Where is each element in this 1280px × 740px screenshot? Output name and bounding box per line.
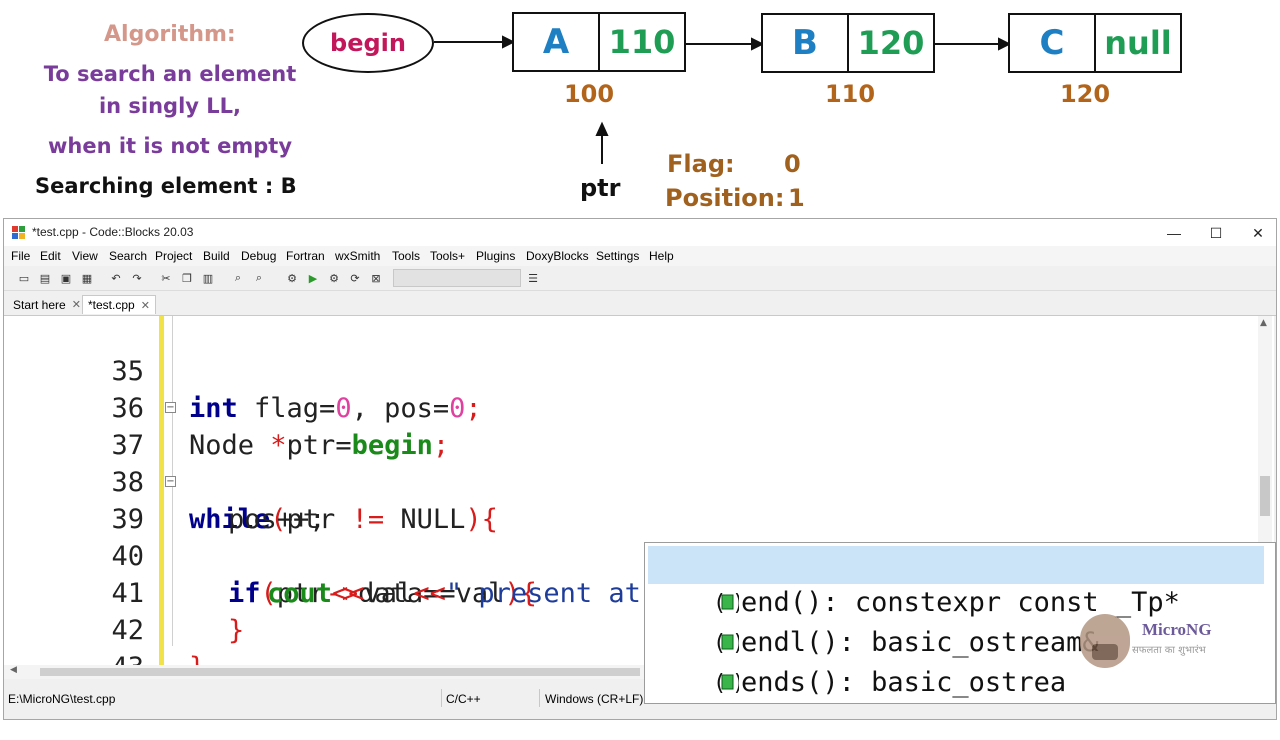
rebuild-icon[interactable]: ⟳ [347,270,363,286]
ptr-arrowhead [595,121,609,136]
menu-bar: File Edit View Search Project Build Debu… [4,246,1276,266]
status-language: C/C++ [446,692,481,706]
minimize-button[interactable]: — [1154,222,1194,244]
autocomplete-item[interactable]: ()end(): constexpr const _Tp* [648,546,1264,618]
autocomplete-item[interactable]: ()endl(): basic_ostream& [648,586,1264,658]
close-button[interactable]: ✕ [1238,222,1278,244]
codeblocks-app-icon [12,226,25,239]
menu-build[interactable]: Build [203,249,230,263]
code-line: 39 − if(ptr->data==val){ [4,464,1254,609]
tab-start-here[interactable]: Start here ✕ [8,295,86,314]
function-icon: () [713,671,739,695]
svg-text:): ) [732,671,739,695]
node-a-data: A [514,14,600,70]
menu-wxsmith[interactable]: wxSmith [335,249,380,263]
code-line: 35 int flag=0, pos=0; [4,316,1254,424]
editor-tabs: Start here ✕ *test.cpp ✕ [4,292,1276,316]
redo-icon[interactable]: ↷ [129,270,145,286]
menu-fortran[interactable]: Fortran [286,249,325,263]
title-bar: *test.cpp - Code::Blocks 20.03 — ☐ ✕ [4,219,1276,246]
undo-icon[interactable]: ↶ [108,270,124,286]
node-c-data: C [1010,15,1096,71]
scroll-up-icon[interactable]: ▲ [1260,318,1267,328]
tab-close-icon[interactable]: ✕ [72,298,81,311]
presenter-avatar [1080,614,1130,668]
show-select-target-icon[interactable]: ☰ [525,270,541,286]
position-value: 1 [788,184,805,212]
run-icon[interactable]: ▶ [305,270,321,286]
ptr-label: ptr [580,174,621,202]
menu-plugins[interactable]: Plugins [476,249,515,263]
menu-edit[interactable]: Edit [40,249,61,263]
node-a-next: 110 [608,23,676,61]
status-file-path: E:\MicroNG\test.cpp [8,692,116,706]
build-gear-icon[interactable]: ⚙ [284,270,300,286]
paste-icon[interactable]: ▥ [200,270,216,286]
node-c-address: 120 [1059,80,1111,108]
abort-icon[interactable]: ⊠ [368,270,384,286]
tab-close-icon[interactable]: ✕ [141,299,150,312]
node-b: B 120 [761,13,935,73]
menu-search[interactable]: Search [109,249,147,263]
menu-help[interactable]: Help [649,249,674,263]
node-a-address: 100 [563,80,615,108]
save-icon[interactable]: ▣ [58,270,74,286]
node-a: A 110 [512,12,686,72]
menu-doxyblocks[interactable]: DoxyBlocks [526,249,589,263]
code-line: 38 pos++; [4,427,1254,535]
menu-tools[interactable]: Tools [392,249,420,263]
cut-icon[interactable]: ✂ [158,270,174,286]
build-run-icon[interactable]: ⚙ [326,270,342,286]
replace-icon[interactable]: ⌕ [251,270,267,286]
fold-toggle-icon[interactable]: − [165,402,176,413]
find-icon[interactable]: ⌕ [230,270,246,286]
status-line-endings: Windows (CR+LF) [545,692,644,706]
watermark-tagline: सफलता का शुभारंभ [1132,645,1206,656]
vertical-scroll-thumb[interactable] [1260,476,1270,516]
save-all-icon[interactable]: ▦ [79,270,95,286]
tab-start-here-label: Start here [13,297,66,312]
menu-settings[interactable]: Settings [596,249,639,263]
lecture-slide: Algorithm: To search an element in singl… [0,0,1280,218]
watermark-brand: MicroNG [1142,620,1212,639]
menu-file[interactable]: File [11,249,30,263]
fold-toggle-icon[interactable]: − [165,476,176,487]
code-line: 36 Node *ptr=begin; [4,353,1254,461]
scroll-left-icon[interactable]: ◀ [10,665,17,675]
menu-tools-plus[interactable]: Tools+ [430,249,465,263]
menu-view[interactable]: View [72,249,98,263]
position-label: Position: [665,184,785,212]
open-icon[interactable]: ▤ [37,270,53,286]
line-number: 43 [4,649,144,665]
build-target-select[interactable] [393,269,521,287]
toolbar: ▭ ▤ ▣ ▦ ↶ ↷ ✂ ❐ ▥ ⌕ ⌕ ⚙ ▶ ⚙ ⟳ ⊠ ☰ [4,266,1276,291]
node-b-next: 120 [857,24,925,62]
menu-debug[interactable]: Debug [241,249,276,263]
code-line: 40 cout<<val<<" present at location : "<… [4,501,1254,610]
node-c-next: null [1104,24,1172,62]
new-file-icon[interactable]: ▭ [16,270,32,286]
horizontal-scroll-thumb[interactable] [40,668,640,676]
node-c: C null [1008,13,1182,73]
tab-test-cpp[interactable]: *test.cpp ✕ [82,295,156,314]
maximize-button[interactable]: ☐ [1196,222,1236,244]
tab-test-cpp-label: *test.cpp [88,298,135,312]
menu-project[interactable]: Project [155,249,192,263]
copy-icon[interactable]: ❐ [179,270,195,286]
flag-value: 0 [784,150,801,178]
node-b-data: B [763,15,849,71]
code-line: 37 − while(ptr != NULL){ [4,390,1254,535]
node-b-address: 110 [824,80,876,108]
window-title: *test.cpp - Code::Blocks 20.03 [32,225,194,239]
flag-label: Flag: [667,150,735,178]
